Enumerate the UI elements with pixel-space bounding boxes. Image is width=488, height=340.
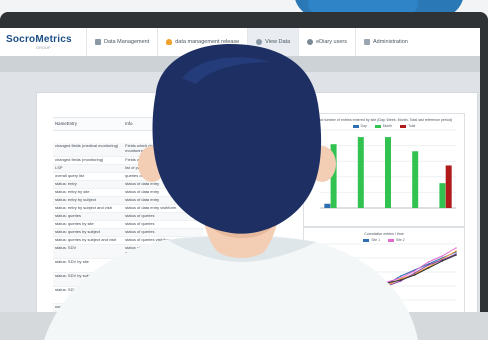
nav-label: View Data: [265, 39, 291, 45]
table-cell-name: status: queries by subject: [55, 229, 101, 234]
table-cell-name: changed fields (monitoring): [55, 157, 104, 162]
nav-ediary-users[interactable]: eDiary users: [298, 28, 355, 56]
table-cell-name: status: queries: [55, 213, 82, 218]
bar[interactable]: [412, 151, 419, 208]
table-row[interactable]: status: queries by subject status of quer…: [53, 229, 203, 237]
bar[interactable]: [357, 137, 364, 208]
line-point[interactable]: [427, 261, 430, 263]
main-nav: Data Management data management release …: [86, 28, 480, 56]
table-cell-name: status: entry by subject and visit: [55, 205, 112, 210]
eye-icon: [256, 39, 263, 45]
table-cell-name: status: entry by site: [55, 189, 90, 194]
table-cell-name: status: entry by subject: [55, 197, 96, 202]
table-cell-name: status: queries by site: [55, 221, 94, 226]
table-cell-name: status: queries by subject and visit: [55, 237, 116, 242]
app-logo[interactable]: SocroMetrics: [6, 34, 72, 45]
line-point[interactable]: [441, 260, 443, 262]
scene: SocroMetrics GROUP Data Management data …: [0, 0, 488, 340]
grid-icon: [95, 39, 101, 45]
column-header-name[interactable]: NameEntry: [53, 118, 123, 130]
line-point[interactable]: [413, 270, 416, 272]
line-point[interactable]: [455, 247, 457, 249]
user-icon: [307, 39, 314, 45]
table-cell-info: status of queries: [125, 221, 155, 226]
line-point[interactable]: [400, 279, 402, 281]
line-point[interactable]: [413, 272, 416, 274]
table-cell-name: LSP: [55, 165, 63, 170]
line-point[interactable]: [455, 250, 457, 252]
line-point[interactable]: [400, 275, 402, 277]
table-row[interactable]: status: queries by site status of queries: [53, 221, 203, 229]
bar[interactable]: [445, 165, 452, 208]
admin-icon: [364, 39, 370, 45]
bar[interactable]: [385, 137, 391, 208]
line-point[interactable]: [413, 274, 416, 276]
nav-administration[interactable]: Administration: [355, 28, 416, 56]
nav-data-management[interactable]: Data Management: [86, 28, 157, 56]
table-cell-name: status: SDV: [55, 245, 77, 250]
bar[interactable]: [439, 183, 446, 208]
line-point[interactable]: [427, 267, 430, 269]
bar[interactable]: [324, 203, 331, 208]
line-point[interactable]: [427, 264, 430, 266]
nav-label: Administration: [373, 39, 408, 45]
nav-label: Data Management: [104, 39, 150, 45]
table-cell-name: changed fields (medical monitoring): [55, 143, 119, 148]
flame-icon: [166, 39, 173, 45]
table-row[interactable]: status: queries status of queries: [53, 213, 203, 221]
app-logo-subtitle: GROUP: [36, 45, 51, 50]
line-point[interactable]: [455, 254, 457, 256]
table-cell-info: status of queries: [125, 229, 155, 234]
table-cell-name: status: entry: [55, 181, 77, 186]
line-point[interactable]: [441, 255, 443, 257]
nav-label: eDiary users: [316, 39, 347, 45]
table-cell-name: overall query list: [55, 173, 84, 178]
